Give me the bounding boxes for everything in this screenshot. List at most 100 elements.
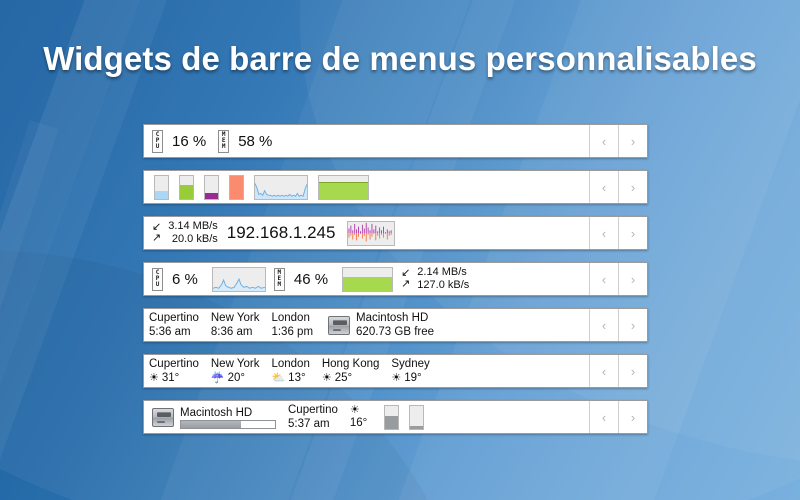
widget-content: Cupertino ☀ 31° New York ☔ 20° London ⛅ 13°… — [144, 355, 589, 387]
cpu-history-graph — [254, 174, 308, 200]
weather-temp: 19° — [404, 372, 422, 384]
clock-london: London 1:36 pm — [271, 311, 313, 339]
widget-network-ip[interactable]: ↙ ↗ 3.14 MB/s 20.0 kB/s 192.168.1.245 ‹ … — [143, 216, 648, 250]
weather-temp: 20° — [227, 372, 245, 384]
disk-name: Macintosh HD — [356, 312, 429, 324]
page-title: Widgets de barre de menus personnalisabl… — [43, 40, 757, 77]
hard-disk-icon — [152, 407, 174, 427]
sun-icon: ☀ — [149, 371, 159, 384]
clock-time: 1:36 pm — [271, 326, 314, 338]
next-button[interactable]: › — [618, 217, 647, 249]
weather-sydney: Sydney ☀ 19° — [391, 357, 429, 385]
disk-name: Macintosh HD — [180, 406, 253, 419]
next-button[interactable]: › — [618, 125, 647, 157]
weather-city: Hong Kong — [321, 358, 380, 370]
widget-cpu-mem-net[interactable]: CPU 6 % MEM 46 % ↙ ↗ 2.14 MB/s 127.0 kB/… — [143, 262, 648, 296]
clock-cupertino: Cupertino 5:36 am — [149, 311, 199, 339]
cpu-label: CPU — [152, 129, 163, 153]
weather-temp: 25° — [334, 372, 353, 384]
clock-cupertino: Cupertino 5:37 am — [288, 403, 338, 431]
sun-icon: ☀ — [321, 371, 332, 384]
prev-button[interactable]: ‹ — [589, 217, 618, 249]
widget-list: CPU 16 % MEM 58 % ‹ › ‹ › ↙ ↗ 3.14 MB/s … — [143, 124, 648, 446]
disk-info: Macintosh HD 620.73 GB free — [356, 311, 434, 339]
weather-city: London — [271, 358, 310, 370]
widget-gauges[interactable]: ‹ › — [143, 170, 648, 204]
next-button[interactable]: › — [618, 171, 647, 203]
network-rates: 2.14 MB/s 127.0 kB/s — [417, 266, 469, 292]
network-activity-graph — [347, 220, 396, 246]
widget-disk-clock-weather[interactable]: Macintosh HD Cupertino 5:37 am ☀ 16° ‹ › — [143, 400, 648, 434]
upload-arrow-icon: ↗ — [152, 232, 162, 244]
hard-disk-icon — [328, 315, 351, 335]
memory-wide-gauge — [318, 174, 369, 200]
cpu-label: CPU — [152, 267, 163, 291]
weather-temp: 16° — [349, 416, 368, 429]
upload-rate: 20.0 kB/s — [171, 233, 218, 245]
network-arrows: ↙ ↗ — [401, 268, 410, 290]
weather-city: New York — [210, 358, 260, 370]
weather-city: Cupertino — [149, 358, 199, 370]
download-rate: 2.14 MB/s — [417, 266, 467, 278]
widget-content: CPU 16 % MEM 58 % — [144, 125, 589, 157]
next-button[interactable]: › — [618, 309, 647, 341]
next-button[interactable]: › — [618, 355, 647, 387]
weather-city: Sydney — [391, 358, 430, 370]
mem-label: MEM — [273, 267, 285, 291]
clock-time: 5:36 am — [149, 326, 191, 338]
rain-cloud-icon: ☔ — [210, 371, 225, 384]
gauge-orange — [229, 174, 244, 200]
widget-content: CPU 6 % MEM 46 % ↙ ↗ 2.14 MB/s 127.0 kB/… — [144, 263, 589, 295]
next-button[interactable]: › — [618, 263, 647, 295]
weather-temp: 13° — [288, 372, 306, 384]
disk-free-space: 620.73 GB free — [356, 326, 435, 338]
widget-content: ↙ ↗ 3.14 MB/s 20.0 kB/s 192.168.1.245 — [144, 217, 589, 249]
prev-button[interactable]: ‹ — [589, 125, 618, 157]
gauge-green — [179, 174, 194, 200]
clock-time: 8:36 am — [210, 326, 253, 338]
widget-cpu-mem-text[interactable]: CPU 16 % MEM 58 % ‹ › — [143, 124, 648, 158]
desktop-background: Widgets de barre de menus personnalisabl… — [0, 0, 800, 500]
weather-temp: 31° — [161, 372, 180, 384]
upload-arrow-icon: ↗ — [401, 278, 411, 290]
prev-button[interactable]: ‹ — [589, 263, 618, 295]
cpu-percent-value: 6 % — [172, 270, 198, 288]
prev-button[interactable]: ‹ — [589, 355, 618, 387]
widget-content: Macintosh HD Cupertino 5:37 am ☀ 16° — [144, 401, 589, 433]
gauge-gray-a — [384, 404, 400, 430]
prev-button[interactable]: ‹ — [589, 171, 618, 203]
download-rate: 3.14 MB/s — [168, 220, 218, 232]
widget-weather[interactable]: Cupertino ☀ 31° New York ☔ 20° London ⛅ 13°… — [143, 354, 648, 388]
next-button[interactable]: › — [618, 401, 647, 433]
background-streak-6 — [0, 120, 59, 500]
widget-content — [144, 171, 589, 203]
clock-city: London — [271, 312, 310, 324]
sun-cloud-icon: ⛅ — [271, 371, 286, 384]
disk-usage: Macintosh HD — [180, 406, 276, 429]
gauge-purple — [204, 174, 219, 200]
widget-clocks-disk[interactable]: Cupertino 5:36 am New York 8:36 am Londo… — [143, 308, 648, 342]
prev-button[interactable]: ‹ — [589, 309, 618, 341]
mem-percent-value: 46 % — [293, 270, 329, 288]
weather-london: London ⛅ 13° — [271, 357, 309, 385]
weather-cupertino: Cupertino ☀ 31° — [149, 357, 199, 385]
memory-wide-gauge — [342, 266, 394, 292]
network-rates: 3.14 MB/s 20.0 kB/s — [168, 220, 218, 246]
weather-new-york: New York ☔ 20° — [211, 357, 260, 385]
mem-percent-value: 58 % — [238, 132, 273, 150]
mem-label: MEM — [218, 129, 230, 153]
clock-time: 5:37 am — [288, 418, 330, 430]
gauge-blue — [154, 174, 169, 200]
ip-address: 192.168.1.245 — [226, 223, 336, 242]
disk-usage-bar — [180, 419, 276, 429]
sun-icon: ☀ — [391, 371, 402, 384]
clock-city: Cupertino — [288, 404, 338, 416]
weather-cupertino: ☀ 16° — [349, 403, 368, 430]
clock-city: New York — [210, 312, 260, 324]
widget-content: Cupertino 5:36 am New York 8:36 am Londo… — [144, 309, 589, 341]
sun-icon: ☀ — [349, 403, 360, 416]
prev-button[interactable]: ‹ — [589, 401, 618, 433]
clock-new-york: New York 8:36 am — [211, 311, 260, 339]
cpu-history-graph — [211, 266, 266, 292]
network-arrows: ↙ ↗ — [152, 222, 161, 244]
